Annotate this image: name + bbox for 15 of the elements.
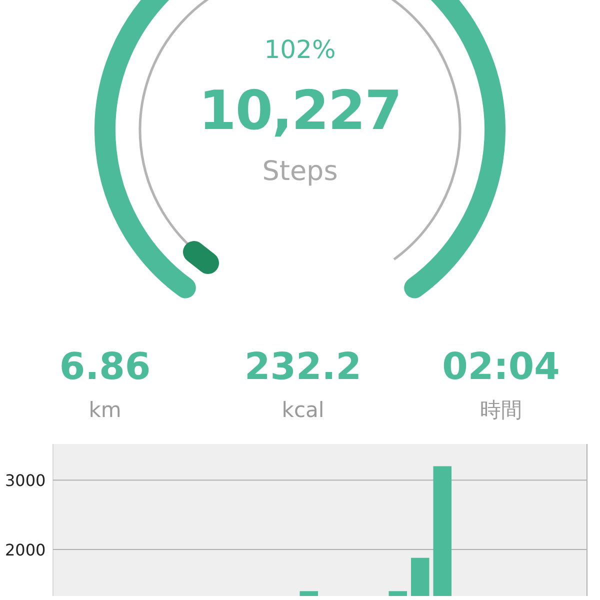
y-axis-label: 2000 xyxy=(5,540,46,560)
stat-value: 6.86 xyxy=(59,344,151,390)
goal-percent: 102% xyxy=(264,34,336,66)
step-count: 10,227 xyxy=(198,78,402,144)
stat-unit: km xyxy=(88,397,122,424)
gauge-thumb-icon xyxy=(183,241,219,274)
stat-unit: 時間 xyxy=(480,397,522,424)
chart-bar xyxy=(300,591,318,596)
stat-value: 02:04 xyxy=(442,344,560,390)
chart-bar xyxy=(411,558,430,596)
chart-bar xyxy=(388,591,407,596)
stat-unit: kcal xyxy=(282,397,324,424)
y-axis-label: 3000 xyxy=(5,471,46,490)
step-unit: Steps xyxy=(262,155,338,189)
stat-value: 232.2 xyxy=(244,344,362,390)
